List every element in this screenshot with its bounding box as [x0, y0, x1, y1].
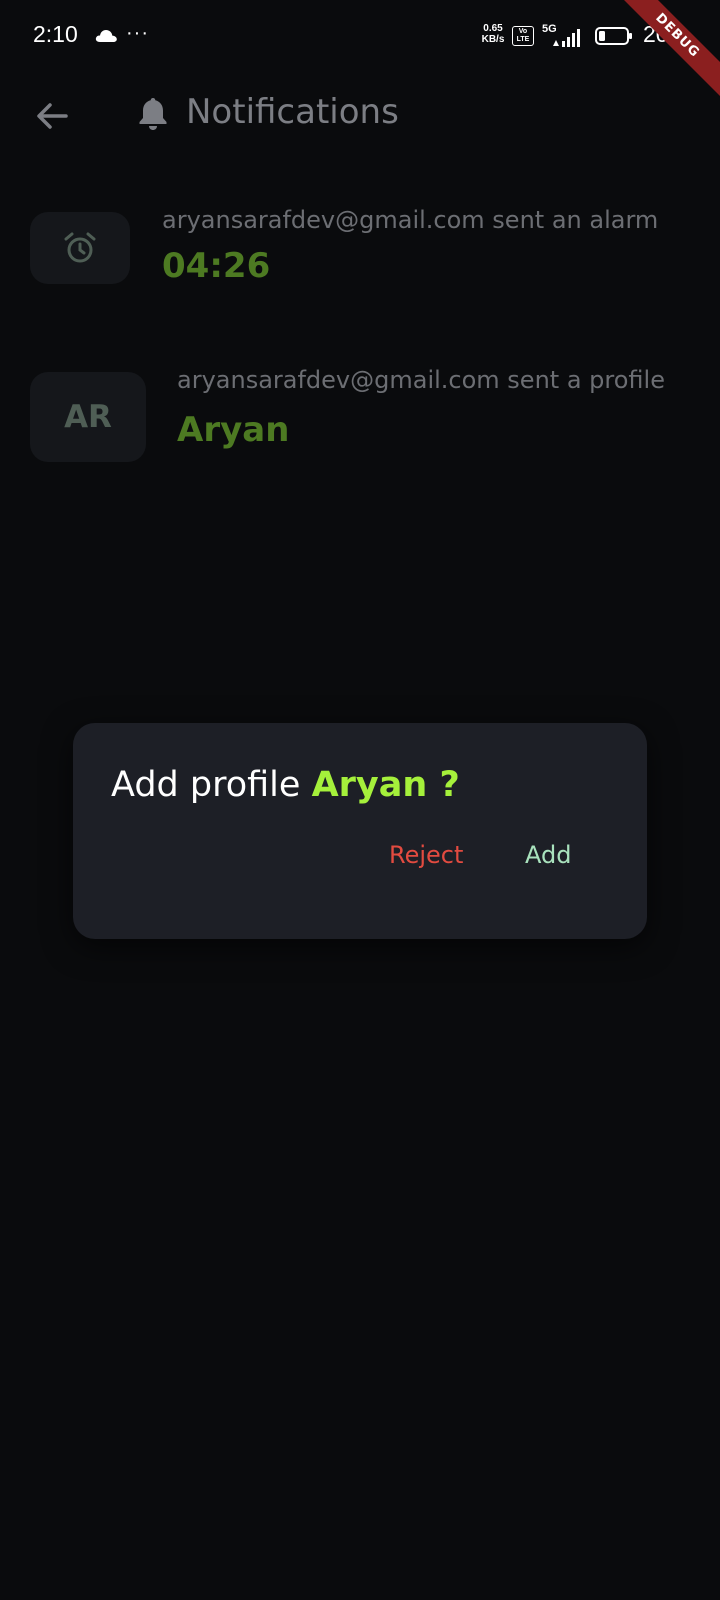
- profile-avatar: AR: [30, 372, 146, 462]
- add-profile-dialog: Add profile Aryan ? Reject Add: [73, 723, 647, 939]
- page-title: Notifications: [186, 92, 399, 132]
- dialog-title-suffix: ?: [427, 765, 460, 805]
- battery-icon: [595, 27, 632, 45]
- dialog-title-prefix: Add profile: [111, 765, 312, 805]
- app-bar: Notifications: [0, 72, 720, 152]
- network-speed-value: 0.65: [483, 23, 503, 34]
- notification-item[interactable]: AR aryansarafdev@gmail.com sent a profil…: [0, 360, 720, 470]
- cloud-icon: [95, 30, 117, 42]
- notification-message: aryansarafdev@gmail.com sent an alarm: [162, 206, 659, 234]
- notification-message: aryansarafdev@gmail.com sent a profile: [177, 366, 665, 394]
- dialog-profile-name: Aryan: [311, 765, 428, 805]
- alarm-clock-icon: [64, 232, 96, 263]
- volte-icon: Vo LTE: [512, 26, 534, 46]
- notification-item[interactable]: aryansarafdev@gmail.com sent an alarm 04…: [0, 200, 720, 300]
- status-time: 2:10: [33, 21, 78, 47]
- signal-icon: [553, 29, 580, 47]
- bell-icon: [139, 98, 167, 130]
- back-arrow-icon[interactable]: [28, 92, 76, 140]
- more-dots-icon: ···: [126, 22, 149, 44]
- notification-profile-name: Aryan: [177, 410, 290, 450]
- network-speed: 0.65 KB/s: [478, 23, 508, 45]
- reject-button[interactable]: Reject: [389, 841, 463, 869]
- add-button[interactable]: Add: [525, 841, 571, 869]
- profile-initials: AR: [64, 399, 112, 435]
- notification-icon-box: [30, 212, 130, 284]
- notification-alarm-time: 04:26: [162, 246, 271, 286]
- volte-bottom: LTE: [516, 36, 530, 43]
- screen: 2:10 ··· 0.65 KB/s Vo LTE 5G 20 DEBUG No…: [0, 0, 720, 1600]
- volte-top: Vo: [518, 28, 528, 35]
- status-bar: 2:10 ··· 0.65 KB/s Vo LTE 5G 20: [0, 0, 720, 72]
- network-speed-unit: KB/s: [481, 34, 505, 45]
- dialog-title: Add profile Aryan ?: [111, 765, 460, 805]
